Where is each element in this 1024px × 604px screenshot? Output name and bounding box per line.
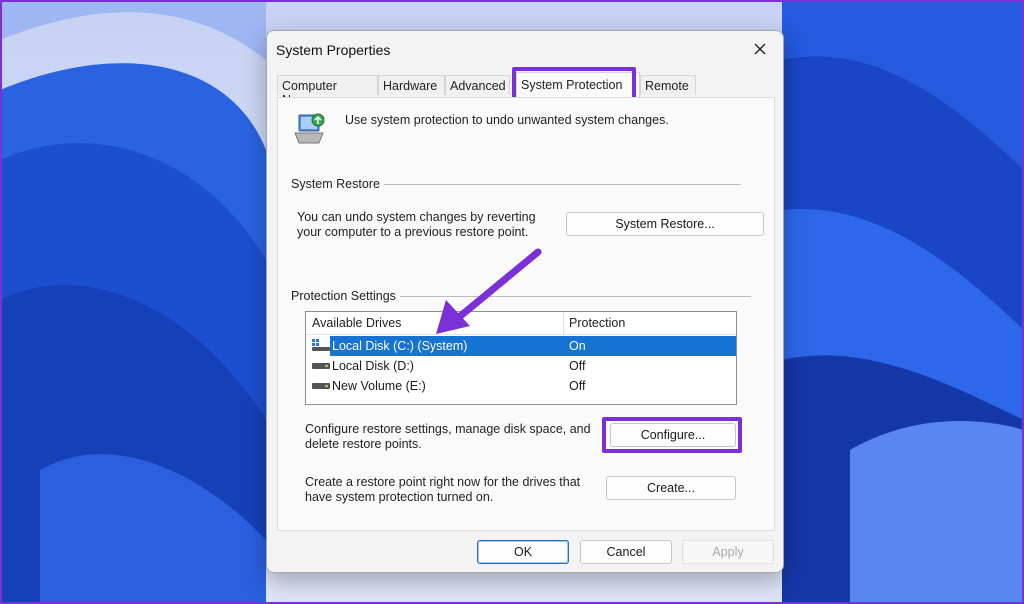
configure-description-line2: delete restore points. (305, 437, 422, 451)
ok-button[interactable]: OK (477, 540, 569, 564)
create-button[interactable]: Create... (606, 476, 736, 500)
system-restore-button[interactable]: System Restore... (566, 212, 764, 236)
drive-protection-status: Off (569, 359, 586, 373)
dialog-title: System Properties (276, 42, 391, 58)
system-protection-icon (294, 113, 325, 144)
system-restore-description-line1: You can undo system changes by reverting (297, 210, 536, 224)
system-restore-description-line2: your computer to a previous restore poin… (297, 225, 529, 239)
drive-row-e[interactable]: New Volume (E:) Off (306, 376, 736, 396)
drives-list-header: Available Drives Protection (306, 312, 736, 335)
system-drive-icon (312, 339, 330, 351)
drives-list[interactable]: Available Drives Protection Local Disk (… (305, 311, 737, 405)
system-properties-dialog: System Properties Computer Name Hardware… (266, 30, 784, 573)
column-separator[interactable] (563, 312, 564, 334)
system-restore-group-label: System Restore (291, 177, 384, 191)
cancel-button[interactable]: Cancel (580, 540, 672, 564)
configure-description-line1: Configure restore settings, manage disk … (305, 422, 591, 436)
configure-highlight-annotation (602, 417, 742, 453)
drive-icon (312, 363, 330, 369)
drive-name: Local Disk (D:) (332, 359, 414, 373)
protection-settings-group-label: Protection Settings (291, 289, 400, 303)
drive-name: Local Disk (C:) (System) (332, 339, 468, 353)
column-available-drives[interactable]: Available Drives (312, 316, 401, 330)
tab-remote[interactable]: Remote (640, 75, 696, 95)
drive-protection-status: On (569, 339, 586, 353)
apply-button[interactable]: Apply (682, 540, 774, 564)
column-protection[interactable]: Protection (569, 316, 625, 330)
drive-icon (312, 383, 330, 389)
drive-name: New Volume (E:) (332, 379, 426, 393)
close-icon (754, 43, 766, 55)
drive-protection-status: Off (569, 379, 586, 393)
tab-hardware[interactable]: Hardware (378, 75, 445, 95)
close-button[interactable] (745, 37, 775, 61)
drive-row-c[interactable]: Local Disk (C:) (System) On (306, 336, 736, 356)
create-description-line2: have system protection turned on. (305, 490, 494, 504)
tab-advanced[interactable]: Advanced (445, 75, 510, 95)
drive-row-d[interactable]: Local Disk (D:) Off (306, 356, 736, 376)
tab-computer-name[interactable]: Computer Name (277, 75, 378, 107)
intro-text: Use system protection to undo unwanted s… (345, 113, 669, 127)
create-description-line1: Create a restore point right now for the… (305, 475, 581, 489)
